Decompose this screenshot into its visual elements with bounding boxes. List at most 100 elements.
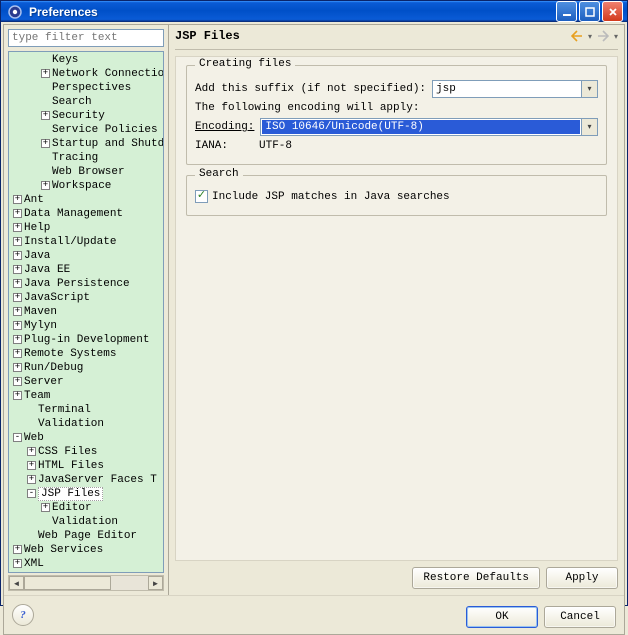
tree-item-label: Web Page Editor [38,530,137,542]
tree-item[interactable]: +Java Persistence [9,277,163,291]
tree-item[interactable]: +Java EE [9,263,163,277]
encoding-combo[interactable]: ISO 10646/Unicode(UTF-8) ▾ [260,118,598,136]
tree-item[interactable]: -JSP Files [9,487,163,501]
tree-item-label: Java Persistence [24,278,130,290]
preferences-tree[interactable]: Keys+Network ConnectionPerspectivesSearc… [8,51,164,573]
tree-item[interactable]: +Java [9,249,163,263]
tree-item[interactable]: +Install/Update [9,235,163,249]
cancel-button[interactable]: Cancel [544,606,616,628]
tree-item-label: Run/Debug [24,362,83,374]
tree-item[interactable]: Web Browser [9,165,163,179]
close-button[interactable] [602,1,623,22]
chevron-down-icon[interactable]: ▾ [581,81,597,97]
tree-toggle-icon[interactable]: + [13,545,22,554]
include-jsp-row[interactable]: Include JSP matches in Java searches [195,190,598,203]
ok-button[interactable]: OK [466,606,538,628]
tree-item[interactable]: +Web Services [9,543,163,557]
tree-item[interactable]: +Run/Debug [9,361,163,375]
tree-item[interactable]: +HTML Files [9,459,163,473]
scroll-left-icon[interactable]: ◄ [9,576,24,590]
page-header: JSP Files ▾ ▾ [175,29,618,50]
tree-item[interactable]: +Editor [9,501,163,515]
tree-toggle-icon[interactable]: + [27,461,36,470]
tree-toggle-icon[interactable]: + [13,195,22,204]
iana-label: IANA: [195,140,253,152]
maximize-button[interactable] [579,1,600,22]
tree-item[interactable]: +JavaScript [9,291,163,305]
search-group: Search Include JSP matches in Java searc… [186,175,607,216]
tree-toggle-icon[interactable]: + [13,321,22,330]
tree-item[interactable]: +Server [9,375,163,389]
scroll-thumb[interactable] [24,576,111,590]
tree-toggle-icon[interactable]: + [41,69,50,78]
tree-item[interactable]: Validation [9,417,163,431]
tree-toggle-icon[interactable]: + [13,279,22,288]
tree-item[interactable]: +JavaServer Faces T [9,473,163,487]
tree-item[interactable]: +Help [9,221,163,235]
tree-item[interactable]: Validation [9,515,163,529]
tree-item-label: HTML Files [38,460,104,472]
help-button[interactable]: ? [12,604,34,626]
tree-hscrollbar[interactable]: ◄ ► [8,575,164,591]
tree-item[interactable]: +XML [9,557,163,571]
tree-item[interactable]: +Ant [9,193,163,207]
chevron-down-icon[interactable]: ▾ [581,119,597,135]
tree-item[interactable]: Tracing [9,151,163,165]
tree-item[interactable]: +Mylyn [9,319,163,333]
tree-toggle-icon[interactable]: + [13,265,22,274]
apply-button[interactable]: Apply [546,567,618,589]
tree-item-label: XML [24,558,44,570]
tree-item[interactable]: +Workspace [9,179,163,193]
nav-forward-icon[interactable] [596,29,610,43]
nav-back-icon[interactable] [570,29,584,43]
tree-item[interactable]: +CSS Files [9,445,163,459]
restore-defaults-button[interactable]: Restore Defaults [412,567,540,589]
tree-toggle-icon[interactable]: + [13,391,22,400]
tree-toggle-icon[interactable]: + [13,223,22,232]
tree-toggle-icon[interactable]: + [13,237,22,246]
tree-toggle-icon[interactable]: + [27,447,36,456]
tree-item[interactable]: Web Page Editor [9,529,163,543]
tree-item[interactable]: +Remote Systems [9,347,163,361]
tree-item[interactable]: +Network Connection [9,67,163,81]
tree-item-label: Terminal [38,404,91,416]
tree-item-label: Startup and Shutdo [52,138,164,150]
tree-item-label: Editor [52,502,92,514]
tree-item[interactable]: Search [9,95,163,109]
tree-item[interactable]: +Startup and Shutdo [9,137,163,151]
tree-toggle-icon[interactable]: - [13,433,22,442]
tree-toggle-icon[interactable]: + [13,349,22,358]
minimize-button[interactable] [556,1,577,22]
filter-input[interactable] [8,29,164,47]
tree-item[interactable]: -Web [9,431,163,445]
tree-toggle-icon[interactable]: + [41,111,50,120]
tree-item[interactable]: +Security [9,109,163,123]
nav-forward-menu[interactable]: ▾ [614,32,618,41]
tree-item[interactable]: +Maven [9,305,163,319]
tree-toggle-icon[interactable]: + [13,335,22,344]
scroll-right-icon[interactable]: ► [148,576,163,590]
tree-toggle-icon[interactable]: + [41,181,50,190]
tree-item[interactable]: Service Policies [9,123,163,137]
tree-item[interactable]: +Data Management [9,207,163,221]
tree-toggle-icon[interactable]: - [27,489,36,498]
tree-item[interactable]: +Team [9,389,163,403]
tree-item[interactable]: +Plug-in Development [9,333,163,347]
suffix-combo[interactable]: jsp ▾ [432,80,598,98]
tree-toggle-icon[interactable]: + [41,139,50,148]
tree-item[interactable]: Perspectives [9,81,163,95]
tree-item[interactable]: Terminal [9,403,163,417]
include-jsp-label: Include JSP matches in Java searches [212,191,450,203]
include-jsp-checkbox[interactable] [195,190,208,203]
nav-back-menu[interactable]: ▾ [588,32,592,41]
tree-toggle-icon[interactable]: + [27,475,36,484]
tree-toggle-icon[interactable]: + [13,559,22,568]
tree-item[interactable]: Keys [9,53,163,67]
tree-toggle-icon[interactable]: + [13,209,22,218]
tree-toggle-icon[interactable]: + [13,293,22,302]
tree-toggle-icon[interactable]: + [13,363,22,372]
tree-toggle-icon[interactable]: + [13,251,22,260]
tree-toggle-icon[interactable]: + [13,377,22,386]
tree-toggle-icon[interactable]: + [13,307,22,316]
tree-toggle-icon[interactable]: + [41,503,50,512]
